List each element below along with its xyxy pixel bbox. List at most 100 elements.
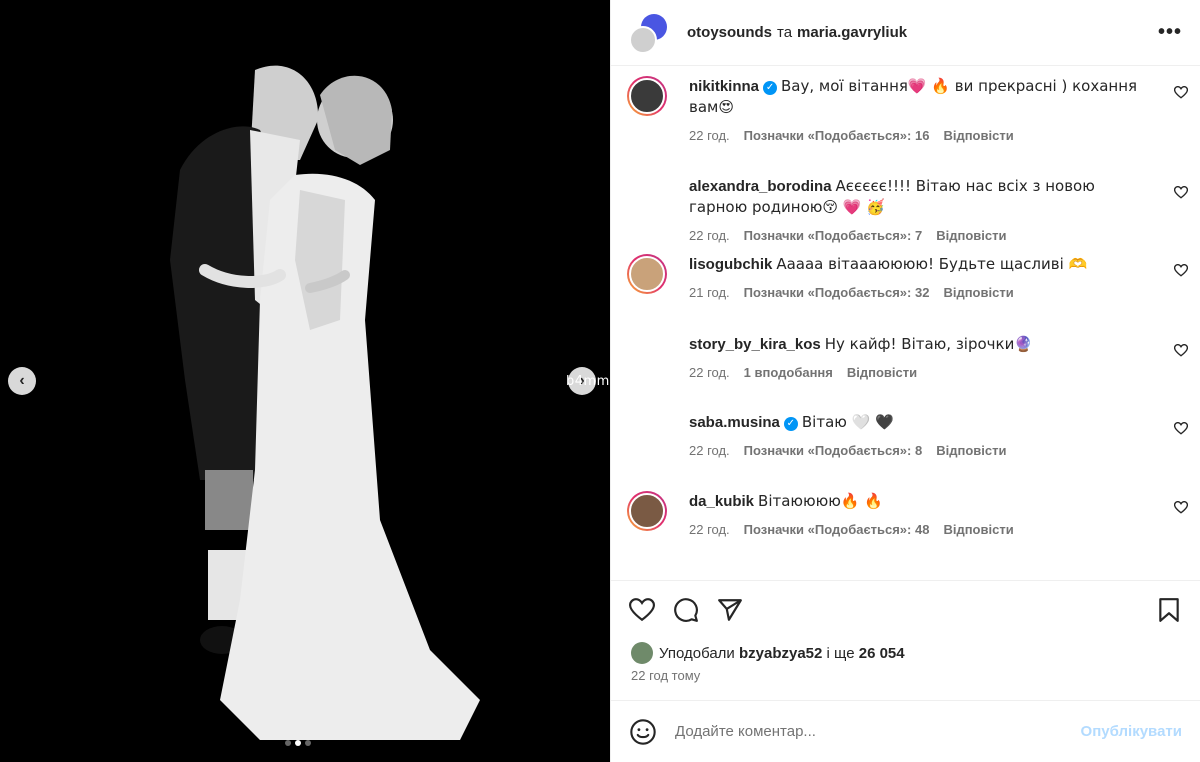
- comment-item: saba.musina ✓ Вітаю 🤍 🖤 22 год. Позначки «По…: [611, 412, 1200, 458]
- comments-list[interactable]: nikitkinna ✓ Вау, мої вітання💗 🔥 ви прекра…: [611, 0, 1200, 580]
- comment-item: da_kubik Вітаюююю🔥 🔥 22 год. Позначки «Подо…: [611, 491, 1200, 537]
- post-modal: ‹ › b4mmss.com otoysoundsтаmaria.gavryli…: [0, 0, 1200, 762]
- reply-button[interactable]: Відповісти: [936, 228, 1006, 243]
- comment-text: story_by_kira_kos Ну кайф! Вітаю, зірочки…: [689, 334, 1152, 355]
- chevron-left-icon: ‹: [19, 372, 25, 389]
- heart-icon: [1173, 185, 1189, 199]
- post-timestamp[interactable]: 22 год тому: [611, 668, 1200, 688]
- comment-message: Вітаю 🤍 🖤: [801, 413, 894, 431]
- reply-button[interactable]: Відповісти: [847, 365, 917, 380]
- action-bar: [611, 580, 1200, 638]
- comment-meta: 22 год. Позначки «Подобається»: 7 Відповіс…: [689, 228, 1152, 243]
- heart-icon: [1173, 500, 1189, 514]
- prev-slide-button[interactable]: ‹: [8, 367, 36, 395]
- comment-meta: 22 год. Позначки «Подобається»: 8 Відповіс…: [689, 443, 1152, 458]
- bookmark-icon: [1159, 597, 1179, 622]
- comment-time[interactable]: 21 год.: [689, 285, 730, 300]
- add-comment-bar: Опублікувати: [611, 700, 1200, 762]
- comment-username[interactable]: lisogubchik: [689, 256, 772, 273]
- comment-meta: 22 год. 1 вподобання Відповісти: [689, 365, 1152, 380]
- reply-button[interactable]: Відповісти: [943, 522, 1013, 537]
- avatar: [631, 642, 653, 664]
- comment-likes[interactable]: Позначки «Подобається»: 48: [744, 522, 930, 537]
- comment-text: alexandra_borodina Аєєєєє!!!! Вітаю нас в…: [689, 176, 1152, 218]
- carousel-dot: [285, 740, 291, 746]
- heart-icon: [1173, 85, 1189, 99]
- comment-like-button[interactable]: [1173, 263, 1189, 281]
- comment-like-button[interactable]: [1173, 343, 1189, 361]
- comment-text: da_kubik Вітаюююю🔥 🔥: [689, 491, 1152, 512]
- verified-badge-icon: ✓: [763, 81, 778, 95]
- like-button[interactable]: [627, 595, 657, 625]
- comment-like-button[interactable]: [1173, 421, 1189, 439]
- watermark: b4mmss.com: [566, 374, 610, 389]
- avatar[interactable]: [627, 176, 667, 216]
- comment-meta: 22 год. Позначки «Подобається»: 48 Відпові…: [689, 522, 1152, 537]
- comment-time[interactable]: 22 год.: [689, 365, 730, 380]
- avatar[interactable]: [627, 334, 667, 374]
- comment-item: nikitkinna ✓ Вау, мої вітання💗 🔥 ви прекра…: [611, 76, 1200, 143]
- comment-like-button[interactable]: [1173, 185, 1189, 203]
- heart-icon: [1173, 421, 1189, 435]
- comment-username[interactable]: da_kubik: [689, 493, 754, 510]
- comment-body: alexandra_borodina Аєєєєє!!!! Вітаю нас в…: [689, 176, 1182, 243]
- media-panel: ‹ › b4mmss.com: [0, 0, 610, 762]
- comment-username[interactable]: saba.musina: [689, 414, 780, 431]
- comment-username[interactable]: nikitkinna: [689, 78, 759, 95]
- comment-meta: 21 год. Позначки «Подобається»: 32 Відпові…: [689, 285, 1152, 300]
- carousel-indicator: [285, 740, 311, 746]
- comment-text: saba.musina ✓ Вітаю 🤍 🖤: [689, 412, 1152, 433]
- avatar[interactable]: [627, 412, 667, 452]
- comment-time[interactable]: 22 год.: [689, 128, 730, 143]
- comment-body: nikitkinna ✓ Вау, мої вітання💗 🔥 ви прекра…: [689, 76, 1182, 143]
- comment-body: story_by_kira_kos Ну кайф! Вітаю, зірочки…: [689, 334, 1182, 380]
- emoji-icon[interactable]: [629, 718, 657, 746]
- comment-item: lisogubchik Ааааа вітаааюююю! Будьте щасл…: [611, 254, 1200, 300]
- comment-likes[interactable]: Позначки «Подобається»: 8: [744, 443, 923, 458]
- send-icon: [718, 598, 742, 621]
- comment-like-button[interactable]: [1173, 85, 1189, 103]
- likes-mid: і ще: [826, 644, 855, 662]
- comment-meta: 22 год. Позначки «Подобається»: 16 Відпові…: [689, 128, 1152, 143]
- comment-time[interactable]: 22 год.: [689, 443, 730, 458]
- comment-item: story_by_kira_kos Ну кайф! Вітаю, зірочки…: [611, 334, 1200, 380]
- comment-text: lisogubchik Ааааа вітаааюююю! Будьте щасл…: [689, 254, 1152, 275]
- comment-input[interactable]: [675, 723, 1081, 740]
- comment-body: saba.musina ✓ Вітаю 🤍 🖤 22 год. Позначки «По…: [689, 412, 1182, 458]
- avatar[interactable]: [627, 76, 667, 116]
- share-button[interactable]: [715, 595, 745, 625]
- comment-item: alexandra_borodina Аєєєєє!!!! Вітаю нас в…: [611, 176, 1200, 243]
- carousel-dot: [305, 740, 311, 746]
- comment-text: nikitkinna ✓ Вау, мої вітання💗 🔥 ви прекра…: [689, 76, 1152, 118]
- post-sidebar: otoysounds та maria.gavryliuk ••• nikitkin…: [610, 0, 1200, 762]
- likes-count[interactable]: 26 054: [859, 645, 905, 662]
- comment-username[interactable]: story_by_kira_kos: [689, 336, 821, 353]
- comment-time[interactable]: 22 год.: [689, 228, 730, 243]
- liker-username[interactable]: bzyabzya52: [739, 645, 822, 662]
- comment-icon: [674, 597, 698, 622]
- likes-prefix: Уподобали: [659, 644, 735, 662]
- comment-username[interactable]: alexandra_borodina: [689, 178, 832, 195]
- heart-icon: [1173, 263, 1189, 277]
- likes-summary: Уподобали bzyabzya52 і ще 26 054: [611, 638, 1200, 668]
- avatar[interactable]: [627, 491, 667, 531]
- comment-likes[interactable]: Позначки «Подобається»: 32: [744, 285, 930, 300]
- comment-body: lisogubchik Ааааа вітаааюююю! Будьте щасл…: [689, 254, 1182, 300]
- comment-likes[interactable]: 1 вподобання: [744, 365, 833, 380]
- carousel-dot-active: [295, 740, 301, 746]
- avatar[interactable]: [627, 254, 667, 294]
- comment-like-button[interactable]: [1173, 500, 1189, 518]
- comment-likes[interactable]: Позначки «Подобається»: 16: [744, 128, 930, 143]
- comment-body: da_kubik Вітаюююю🔥 🔥 22 год. Позначки «Подо…: [689, 491, 1182, 537]
- reply-button[interactable]: Відповісти: [936, 443, 1006, 458]
- comment-likes[interactable]: Позначки «Подобається»: 7: [744, 228, 923, 243]
- comment-message: Вітаюююю🔥 🔥: [758, 492, 884, 510]
- heart-icon: [629, 597, 655, 621]
- comment-time[interactable]: 22 год.: [689, 522, 730, 537]
- save-button[interactable]: [1154, 595, 1184, 625]
- post-photo: [0, 0, 610, 762]
- reply-button[interactable]: Відповісти: [943, 285, 1013, 300]
- reply-button[interactable]: Відповісти: [943, 128, 1013, 143]
- publish-button[interactable]: Опублікувати: [1081, 723, 1182, 740]
- comment-button[interactable]: [671, 595, 701, 625]
